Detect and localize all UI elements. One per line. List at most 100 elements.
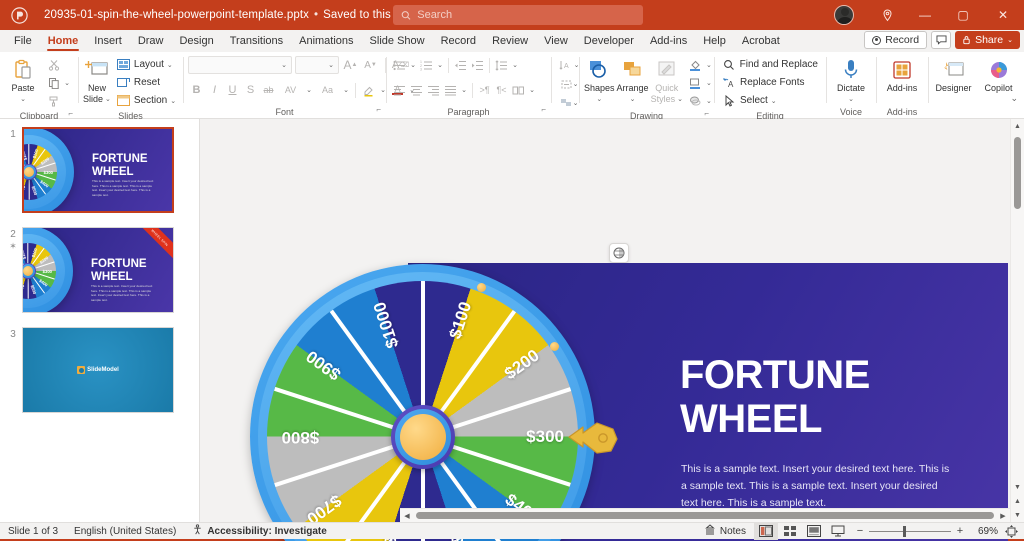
previous-slide-button[interactable]: ▲ bbox=[1011, 494, 1024, 508]
accessibility-alt-text-icon[interactable] bbox=[609, 243, 629, 263]
paste-button[interactable]: Paste ⌄ bbox=[5, 55, 41, 105]
scroll-up-arrow-icon[interactable]: ▲ bbox=[1011, 119, 1024, 133]
align-left-button[interactable] bbox=[391, 81, 408, 99]
slide-title[interactable]: FORTUNE WHEEL bbox=[680, 353, 870, 441]
arrange-button[interactable]: Arrange ⌄ bbox=[617, 55, 649, 105]
zoom-handle[interactable] bbox=[903, 526, 906, 537]
char-spacing-chevron-icon[interactable]: ⌄ bbox=[304, 81, 314, 99]
tab-design[interactable]: Design bbox=[171, 30, 221, 52]
shape-fill-button[interactable]: ⌄ bbox=[685, 56, 715, 73]
tab-view[interactable]: View bbox=[536, 30, 576, 52]
numbering-chevron-icon[interactable]: ⌄ bbox=[435, 56, 445, 74]
italic-button[interactable]: I bbox=[206, 81, 223, 99]
copy-button[interactable]: ⌄ bbox=[43, 74, 73, 91]
character-spacing-button[interactable]: AV bbox=[278, 81, 303, 99]
record-button[interactable]: Record bbox=[864, 31, 927, 49]
new-slide-button[interactable]: New Slide ⌄ bbox=[83, 55, 111, 105]
increase-font-size-button[interactable]: A▲ bbox=[342, 56, 359, 74]
section-button[interactable]: Section ⌄ bbox=[113, 92, 179, 109]
shapes-button[interactable]: Shapes ⌄ bbox=[584, 55, 615, 105]
collapse-ribbon-button[interactable]: ⌄ bbox=[1010, 93, 1018, 104]
tab-help[interactable]: Help bbox=[695, 30, 734, 52]
slide-indicator[interactable]: Slide 1 of 3 bbox=[0, 526, 66, 537]
tab-transitions[interactable]: Transitions bbox=[222, 30, 291, 52]
strikethrough-button[interactable]: ab bbox=[260, 81, 277, 99]
text-shadow-button[interactable]: S bbox=[242, 81, 259, 99]
columns-button[interactable] bbox=[510, 81, 527, 99]
shape-outline-button[interactable]: ⌄ bbox=[685, 74, 715, 91]
document-title[interactable]: 20935-01-spin-the-wheel-powerpoint-templ… bbox=[44, 9, 424, 21]
change-case-button[interactable]: Aa bbox=[315, 81, 340, 99]
slide-canvas[interactable]: $100$200$300$400$500$600$700$800$900$100… bbox=[200, 119, 1024, 522]
scroll-right-arrow-icon[interactable]: ▶ bbox=[996, 509, 1010, 523]
chevron-down-icon[interactable]: ⌄ bbox=[630, 94, 636, 105]
justify-chevron-icon[interactable]: ⌄ bbox=[459, 81, 469, 99]
location-hint-icon[interactable] bbox=[868, 0, 906, 30]
thumbnail-image[interactable]: SlideModel bbox=[22, 327, 174, 413]
tab-draw[interactable]: Draw bbox=[130, 30, 172, 52]
maximize-button[interactable]: ▢ bbox=[944, 0, 982, 30]
select-button[interactable]: Select ⌄ bbox=[719, 92, 821, 109]
align-right-button[interactable] bbox=[425, 81, 442, 99]
text-direction-button[interactable]: >¶ bbox=[476, 81, 493, 99]
decrease-font-size-button[interactable]: A▼ bbox=[362, 56, 379, 74]
decrease-indent-button[interactable] bbox=[452, 56, 469, 74]
close-button[interactable]: ✕ bbox=[982, 0, 1024, 30]
dictate-button[interactable]: Dictate ⌄ bbox=[831, 55, 871, 105]
normal-view-button[interactable] bbox=[754, 523, 778, 540]
tab-developer[interactable]: Developer bbox=[576, 30, 642, 52]
language-indicator[interactable]: English (United States) bbox=[66, 526, 184, 537]
fit-to-window-button[interactable] bbox=[998, 523, 1024, 540]
zoom-level[interactable]: 69% bbox=[970, 526, 998, 537]
add-ins-button[interactable]: Add-ins bbox=[881, 55, 923, 94]
fortune-wheel-graphic[interactable]: $100$200$300$400$500$600$700$800$900$100… bbox=[250, 264, 595, 541]
layout-button[interactable]: Layout ⌄ bbox=[113, 56, 179, 73]
zoom-track[interactable] bbox=[869, 531, 951, 532]
bullets-button[interactable] bbox=[391, 56, 408, 74]
text-highlight-color-button[interactable] bbox=[360, 81, 377, 99]
designer-button[interactable]: Designer bbox=[933, 55, 974, 94]
slide-sorter-view-button[interactable] bbox=[778, 523, 802, 540]
horizontal-scrollbar[interactable]: ◀ ▶ bbox=[400, 508, 1010, 522]
justify-button[interactable] bbox=[442, 81, 459, 99]
chevron-down-icon[interactable]: ⌄ bbox=[596, 94, 602, 105]
thumbnail-slide-3[interactable]: 3 SlideModel bbox=[0, 327, 199, 413]
horizontal-scrollbar-thumb[interactable] bbox=[416, 512, 994, 519]
tab-file[interactable]: File bbox=[6, 30, 40, 52]
comments-button[interactable] bbox=[931, 31, 951, 49]
quick-styles-button[interactable]: Quick Styles ⌄ bbox=[651, 55, 683, 105]
line-spacing-chevron-icon[interactable]: ⌄ bbox=[510, 56, 520, 74]
tab-add-ins[interactable]: Add-ins bbox=[642, 30, 695, 52]
tab-insert[interactable]: Insert bbox=[86, 30, 130, 52]
slide-body-text[interactable]: This is a sample text. Insert your desir… bbox=[681, 461, 953, 512]
vertical-scrollbar-thumb[interactable] bbox=[1014, 137, 1021, 209]
tab-record[interactable]: Record bbox=[433, 30, 484, 52]
thumbnail-slide-2[interactable]: 2 ✶ $100$200$300$400$500$600$700$800$900… bbox=[0, 227, 199, 313]
chevron-down-icon[interactable]: ⌄ bbox=[20, 94, 26, 105]
thumbnail-slide-1[interactable]: 1 $100$200$300$400$500$600$700$800$900$1… bbox=[0, 127, 199, 213]
numbering-button[interactable]: 123 bbox=[418, 56, 435, 74]
next-slide-button[interactable]: ▼ bbox=[1011, 508, 1024, 522]
align-text-button[interactable]: ¶< bbox=[493, 81, 510, 99]
thumbnail-image[interactable]: $100$200$300$400$500$600$700$800$900$100… bbox=[22, 227, 174, 313]
search-box[interactable] bbox=[393, 5, 643, 25]
font-dialog-launcher[interactable]: ⌐ bbox=[376, 103, 381, 117]
cut-button[interactable] bbox=[43, 56, 73, 73]
underline-button[interactable]: U bbox=[224, 81, 241, 99]
slide-thumbnail-panel[interactable]: 1 $100$200$300$400$500$600$700$800$900$1… bbox=[0, 119, 200, 522]
slide-editing-surface[interactable]: $100$200$300$400$500$600$700$800$900$100… bbox=[408, 263, 1008, 541]
reset-button[interactable]: Reset bbox=[113, 74, 179, 91]
tab-home[interactable]: Home bbox=[40, 30, 87, 52]
notes-button[interactable]: Notes bbox=[696, 524, 754, 538]
paragraph-dialog-launcher[interactable]: ⌐ bbox=[541, 103, 546, 117]
shape-effects-button[interactable]: ⌄ bbox=[685, 92, 715, 109]
align-center-button[interactable] bbox=[408, 81, 425, 99]
bullets-chevron-icon[interactable]: ⌄ bbox=[408, 56, 418, 74]
zoom-in-button[interactable]: + bbox=[956, 525, 964, 537]
copilot-button[interactable]: Copilot bbox=[978, 55, 1019, 94]
font-name-input[interactable]: ⌄ bbox=[188, 56, 292, 74]
scroll-down-arrow-icon[interactable]: ▼ bbox=[1011, 480, 1024, 494]
slide-show-view-button[interactable] bbox=[826, 523, 850, 540]
find-and-replace-button[interactable]: Find and Replace bbox=[719, 56, 821, 73]
search-input[interactable] bbox=[417, 9, 635, 21]
